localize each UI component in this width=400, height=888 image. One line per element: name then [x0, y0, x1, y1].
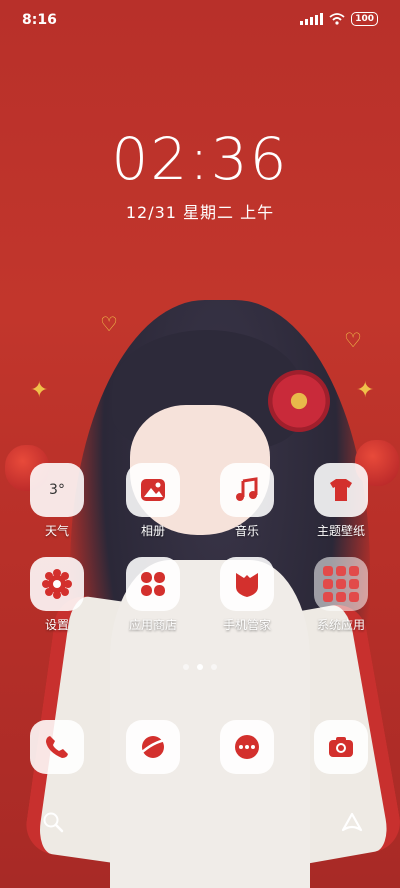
bottom-bar: [26, 801, 374, 847]
app-store[interactable]: 应用商店: [109, 557, 197, 633]
folder-grid: [323, 566, 359, 602]
app-store-icon[interactable]: [126, 557, 180, 611]
app-label: 应用商店: [128, 618, 177, 632]
app-label: 手机管家: [222, 618, 271, 632]
app-label: 相册: [140, 524, 165, 538]
signal-icon: [300, 13, 324, 25]
wifi-icon: [329, 13, 345, 25]
page-indicator[interactable]: [0, 664, 400, 670]
dock-camera[interactable]: [297, 720, 385, 774]
app-gallery[interactable]: 相册: [109, 463, 197, 539]
camera-icon[interactable]: [314, 720, 368, 774]
app-drawer-icon[interactable]: [340, 811, 364, 837]
dock-browser[interactable]: [109, 720, 197, 774]
app-music[interactable]: 音乐: [203, 463, 291, 539]
search-icon[interactable]: [42, 811, 64, 837]
app-themes[interactable]: 主题壁纸: [297, 463, 385, 539]
themes-icon[interactable]: [314, 463, 368, 517]
lockscreen-date: 12/31 星期二 上午: [125, 203, 275, 222]
gallery-icon[interactable]: [126, 463, 180, 517]
weather-icon[interactable]: 3°: [30, 463, 84, 517]
phone-icon[interactable]: [30, 720, 84, 774]
browser-icon[interactable]: [126, 720, 180, 774]
settings-icon[interactable]: [30, 557, 84, 611]
app-weather[interactable]: 3° 天气: [13, 463, 101, 539]
status-icons: 100: [300, 12, 378, 26]
app-label: 主题壁纸: [316, 524, 365, 538]
app-folder-system[interactable]: 系统应用: [297, 557, 385, 633]
music-icon[interactable]: [220, 463, 274, 517]
wallpaper-flower: [268, 370, 330, 432]
app-label: 音乐: [234, 524, 259, 538]
app-label: 设置: [44, 618, 69, 632]
star-icon: ✦: [30, 378, 49, 403]
page-dot: [183, 664, 189, 670]
heart-icon: ♡: [344, 328, 362, 352]
status-time: 8:16: [22, 12, 57, 28]
folder-icon[interactable]: [314, 557, 368, 611]
app-label: 系统应用: [316, 618, 365, 632]
security-icon[interactable]: [220, 557, 274, 611]
dock-messages[interactable]: [203, 720, 291, 774]
heart-icon: ♡: [100, 312, 118, 336]
app-label: 天气: [44, 524, 69, 538]
dock-phone[interactable]: [13, 720, 101, 774]
page-dot-active: [197, 664, 203, 670]
battery-icon: 100: [351, 12, 378, 26]
app-settings[interactable]: 设置: [13, 557, 101, 633]
lockscreen-clock: 02:36: [111, 125, 289, 193]
status-bar: 8:16 100: [0, 0, 400, 40]
app-security[interactable]: 手机管家: [203, 557, 291, 633]
star-icon: ✦: [356, 378, 375, 403]
page-dot: [211, 664, 217, 670]
messages-icon[interactable]: [220, 720, 274, 774]
